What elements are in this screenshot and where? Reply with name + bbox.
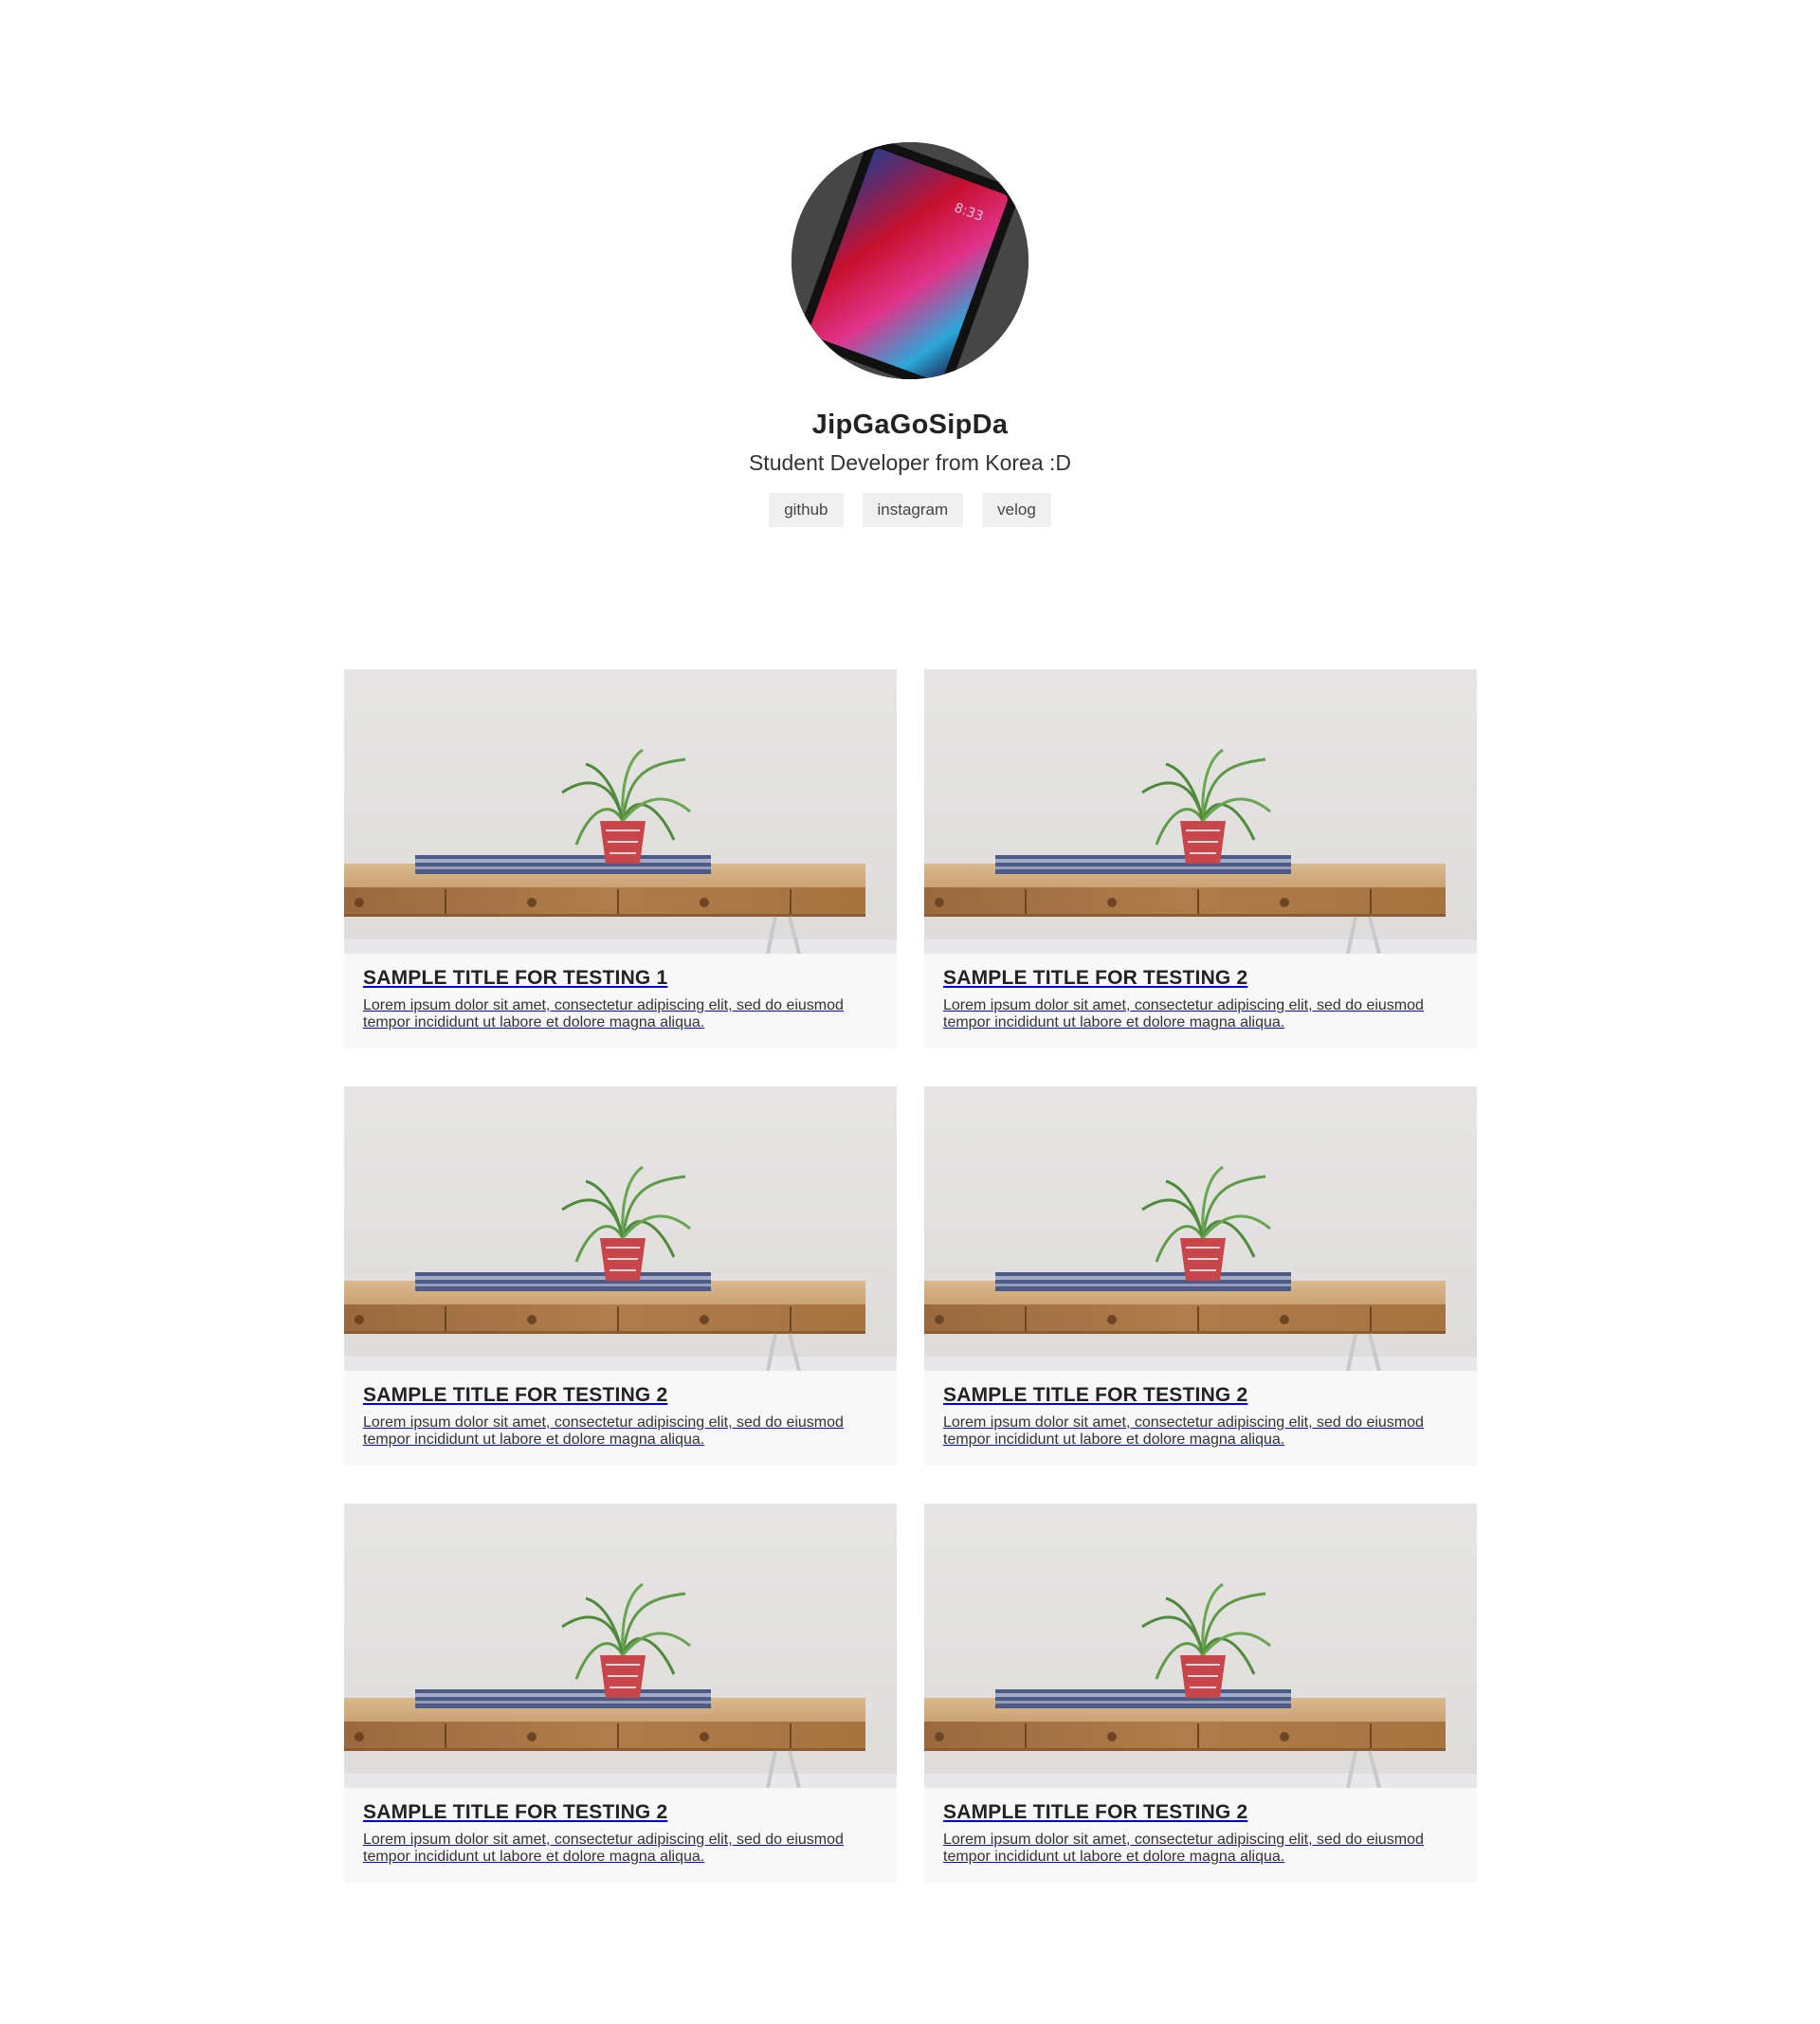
post-card[interactable]: SAMPLE TITLE FOR TESTING 2 Lorem ipsum d…: [924, 669, 1477, 1048]
post-title: SAMPLE TITLE FOR TESTING 2: [943, 1801, 1248, 1823]
post-excerpt: Lorem ipsum dolor sit amet, consectetur …: [363, 1414, 844, 1448]
instagram-link[interactable]: instagram: [862, 493, 964, 527]
post-excerpt: Lorem ipsum dolor sit amet, consectetur …: [943, 1832, 1424, 1865]
post-title: SAMPLE TITLE FOR TESTING 2: [363, 1801, 668, 1823]
post-thumbnail: [924, 1086, 1477, 1371]
post-excerpt: Lorem ipsum dolor sit amet, consectetur …: [363, 997, 844, 1030]
post-excerpt: Lorem ipsum dolor sit amet, consectetur …: [943, 1414, 1424, 1448]
post-card[interactable]: SAMPLE TITLE FOR TESTING 2 Lorem ipsum d…: [344, 1086, 897, 1466]
post-thumbnail: [344, 1504, 897, 1788]
social-links: github instagram velog: [0, 493, 1820, 527]
post-thumbnail: [344, 1086, 897, 1371]
post-title: SAMPLE TITLE FOR TESTING 2: [363, 1384, 668, 1406]
post-excerpt: Lorem ipsum dolor sit amet, consectetur …: [943, 997, 1424, 1030]
velog-link[interactable]: velog: [982, 493, 1051, 527]
post-title: SAMPLE TITLE FOR TESTING 2: [943, 1384, 1248, 1406]
post-thumbnail: [924, 669, 1477, 954]
profile-bio: Student Developer from Korea :D: [748, 450, 1072, 475]
post-excerpt: Lorem ipsum dolor sit amet, consectetur …: [363, 1832, 844, 1865]
post-title: SAMPLE TITLE FOR TESTING 2: [943, 967, 1248, 989]
post-card[interactable]: SAMPLE TITLE FOR TESTING 2 Lorem ipsum d…: [924, 1504, 1477, 1883]
github-link[interactable]: github: [769, 493, 844, 527]
profile-name: JipGaGoSipDa: [811, 410, 1009, 440]
plant-desk-photo-icon: [924, 669, 1477, 954]
plant-desk-photo-icon: [344, 1086, 897, 1371]
post-thumbnail: [344, 669, 897, 954]
plant-desk-photo-icon: [344, 1504, 897, 1788]
post-thumbnail: [924, 1504, 1477, 1788]
profile-avatar: 8:33: [792, 142, 1028, 379]
post-card[interactable]: SAMPLE TITLE FOR TESTING 1 Lorem ipsum d…: [344, 669, 897, 1048]
post-title: SAMPLE TITLE FOR TESTING 1: [363, 967, 668, 989]
tablet-photo-icon: 8:33: [792, 142, 1028, 379]
post-grid: SAMPLE TITLE FOR TESTING 1 Lorem ipsum d…: [344, 669, 1477, 1883]
post-card[interactable]: SAMPLE TITLE FOR TESTING 2 Lorem ipsum d…: [344, 1504, 897, 1883]
plant-desk-photo-icon: [924, 1504, 1477, 1788]
post-card[interactable]: SAMPLE TITLE FOR TESTING 2 Lorem ipsum d…: [924, 1086, 1477, 1466]
plant-desk-photo-icon: [344, 669, 897, 954]
plant-desk-photo-icon: [924, 1086, 1477, 1371]
